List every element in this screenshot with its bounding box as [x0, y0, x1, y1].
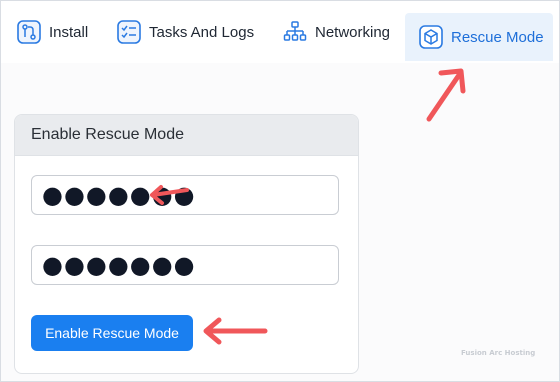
tab-rescue-label: Rescue Mode — [451, 28, 544, 46]
annotation-arrow-tab — [426, 68, 466, 122]
rescue-mode-card: Enable Rescue Mode ●●●●●●● ●●●●●●● Enabl… — [14, 114, 359, 374]
tab-bar: Install Tasks And Logs Networking Rescue… — [1, 1, 559, 63]
rescue-password-confirm-input[interactable]: ●●●●●●● — [31, 245, 339, 285]
checklist-icon — [117, 20, 141, 44]
window-frame: Install Tasks And Logs Networking Rescue… — [0, 0, 560, 382]
tab-tasks-label: Tasks And Logs — [149, 23, 255, 41]
tab-networking-label: Networking — [315, 23, 391, 41]
network-tree-icon — [283, 20, 307, 44]
enable-rescue-mode-button[interactable]: Enable Rescue Mode — [31, 315, 193, 351]
annotation-arrow-button — [203, 317, 268, 345]
watermark: Fusion Arc Hosting — [461, 349, 536, 357]
card-title: Enable Rescue Mode — [15, 115, 358, 156]
annotation-arrow-password — [150, 185, 189, 205]
tab-install[interactable]: Install — [17, 13, 88, 51]
tab-install-label: Install — [49, 23, 89, 41]
tab-networking[interactable]: Networking — [283, 13, 390, 51]
tab-tasks-and-logs[interactable]: Tasks And Logs — [117, 13, 254, 51]
tab-rescue-mode[interactable]: Rescue Mode — [405, 13, 553, 61]
cube-box-icon — [419, 25, 443, 49]
git-branch-icon — [17, 20, 41, 44]
